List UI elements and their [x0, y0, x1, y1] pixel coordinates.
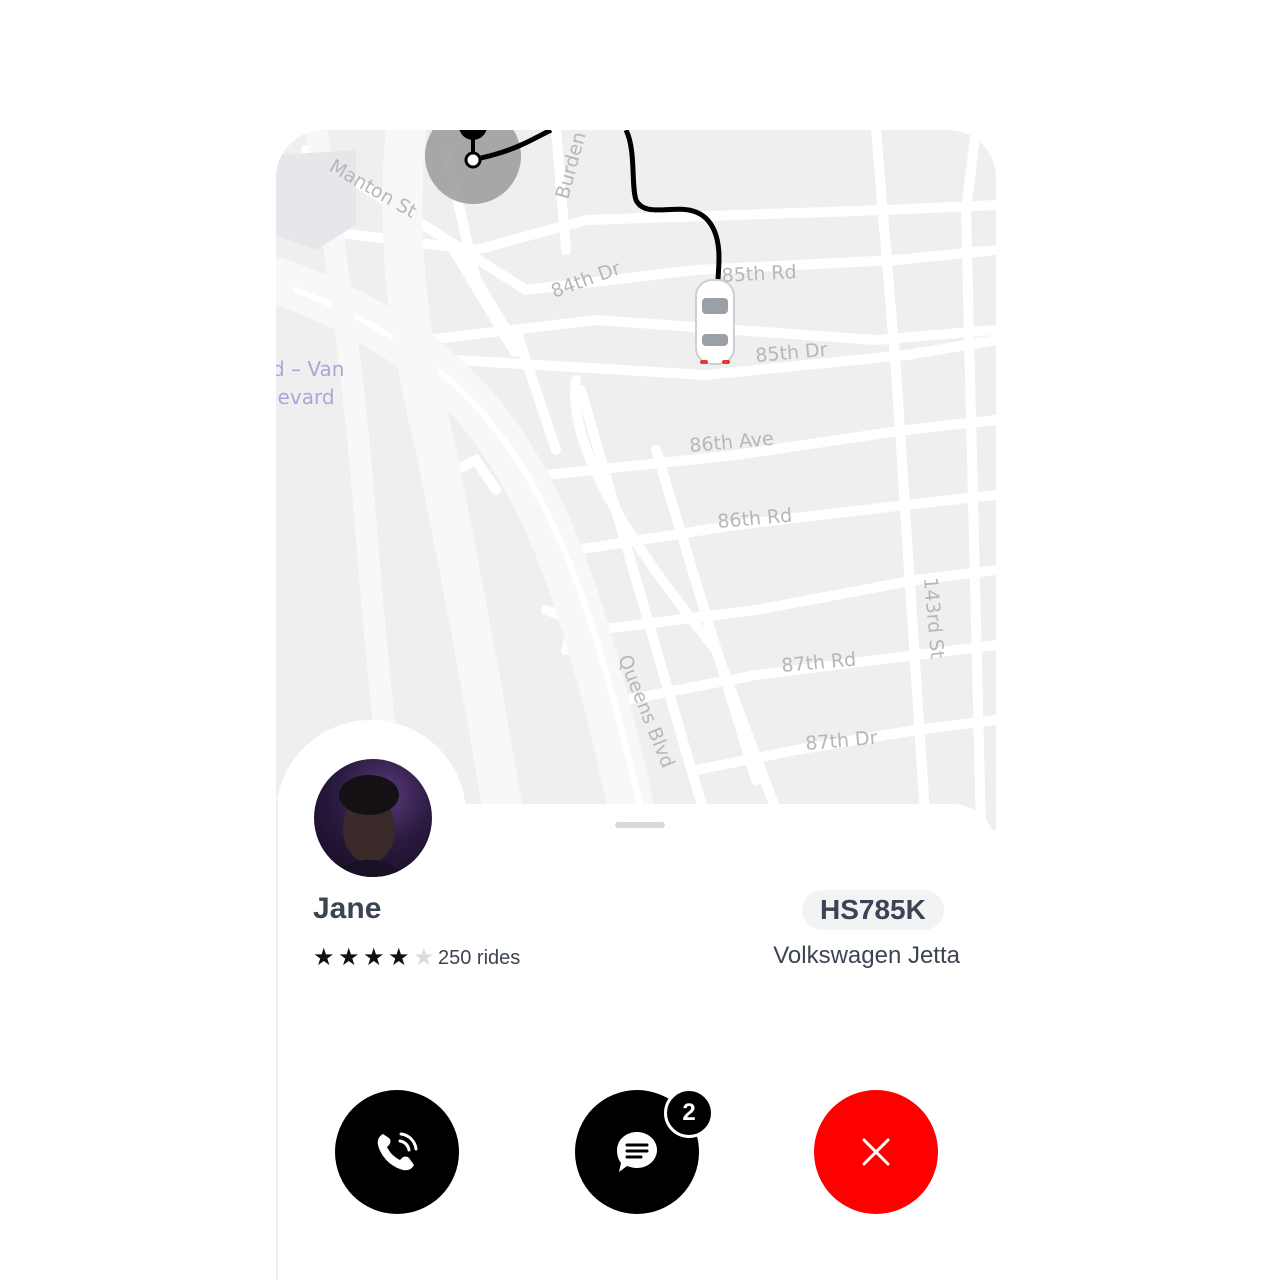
cancel-ride-button[interactable] — [814, 1090, 938, 1214]
phone-icon — [377, 1132, 418, 1171]
poi-label-line1: d – Van — [276, 357, 344, 381]
star-icon: ★ — [313, 944, 335, 971]
street-label-84th-dr: 84th Dr — [548, 257, 624, 302]
street-label-85th-rd: 85th Rd — [721, 261, 797, 287]
street-label-87th-dr: 87th Dr — [805, 727, 879, 755]
card-edge — [276, 800, 278, 1280]
car-icon — [695, 279, 735, 365]
ride-card: Manton St Burden 84th Dr 85th Rd 85th Dr… — [276, 130, 996, 1280]
driver-name: Jane — [313, 892, 382, 925]
pickup-marker-icon[interactable] — [425, 130, 521, 204]
street-label-87th-rd: 87th Rd — [781, 649, 858, 677]
poi-label-line2: levard — [276, 385, 335, 409]
street-label-143rd-st: 143rd St — [919, 577, 948, 660]
driver-avatar — [314, 759, 432, 877]
route-line-driver — [623, 130, 722, 283]
ride-count: 250 rides — [438, 947, 521, 969]
car-model: Volkswagen Jetta — [773, 942, 960, 969]
chat-bubble-icon — [617, 1132, 657, 1172]
street-label-86th-rd: 86th Rd — [717, 505, 794, 533]
call-button[interactable] — [335, 1090, 459, 1214]
close-icon — [862, 1138, 890, 1166]
star-icon: ★ — [388, 944, 410, 971]
license-plate: HS785K — [802, 890, 944, 930]
unread-badge: 2 — [664, 1088, 714, 1138]
drag-handle[interactable] — [615, 822, 665, 828]
rating-stars: ★ ★ ★ ★ ★ — [313, 946, 437, 970]
star-icon: ★ — [363, 944, 385, 971]
star-icon: ★ — [338, 944, 360, 971]
star-empty-icon: ★ — [413, 944, 435, 971]
